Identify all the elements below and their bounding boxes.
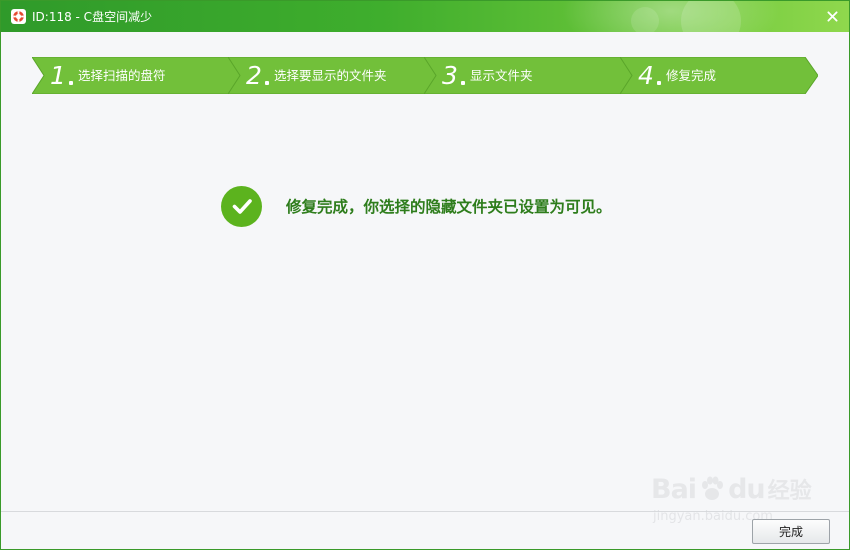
watermark-logo: Bai du 经验 <box>651 473 812 505</box>
step-1: 1 选择扫描的盘符 <box>32 57 242 94</box>
step-number: 1 <box>50 61 66 90</box>
step-number-dot <box>461 81 465 85</box>
step-3: 3 显示文件夹 <box>424 57 634 94</box>
watermark-logo-right: du <box>728 473 766 505</box>
finish-button[interactable]: 完成 <box>752 519 830 544</box>
paw-icon <box>697 474 727 504</box>
step-number-dot <box>69 81 73 85</box>
step-number: 4 <box>638 61 654 90</box>
app-lifebuoy-icon <box>11 9 26 24</box>
step-number-dot <box>657 81 661 85</box>
result-message-text: 修复完成，你选择的隐藏文件夹已设置为可见。 <box>286 198 612 216</box>
title-bar[interactable]: ID:118 - C盘空间减少 <box>1 1 849 32</box>
app-window: ID:118 - C盘空间减少 1 选择扫描的盘符 2 选择要显示的文件夹 3 … <box>0 0 850 550</box>
check-circle-icon <box>221 185 262 227</box>
title-bar-decoration <box>561 1 781 32</box>
step-label: 修复完成 <box>666 68 717 83</box>
step-label: 显示文件夹 <box>470 68 533 83</box>
title-bar-decoration <box>681 1 741 32</box>
watermark-logo-left: Bai <box>651 473 697 505</box>
step-number: 3 <box>442 61 458 90</box>
step-label: 选择扫描的盘符 <box>78 68 166 83</box>
step-2: 2 选择要显示的文件夹 <box>228 57 438 94</box>
close-icon <box>826 10 838 22</box>
watermark-logo-suffix: 经验 <box>767 479 812 504</box>
step-number-dot <box>265 81 269 85</box>
step-4: 4 修复完成 <box>620 57 818 94</box>
close-button[interactable] <box>821 5 843 27</box>
title-bar-decoration <box>631 7 659 32</box>
window-title: ID:118 - C盘空间减少 <box>32 10 153 24</box>
result-message: 修复完成，你选择的隐藏文件夹已设置为可见。 <box>221 185 612 227</box>
step-label: 选择要显示的文件夹 <box>274 68 387 83</box>
step-progress-bar: 1 选择扫描的盘符 2 选择要显示的文件夹 3 显示文件夹 4 修复完成 <box>32 57 818 94</box>
step-number: 2 <box>246 61 262 90</box>
